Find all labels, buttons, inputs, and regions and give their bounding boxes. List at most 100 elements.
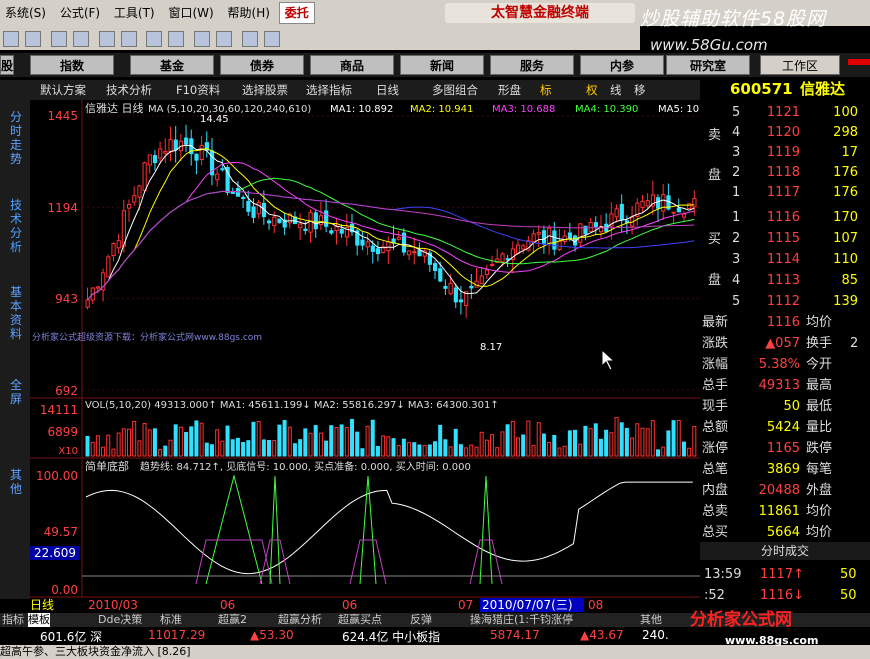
f10-button[interactable]: F10资料: [176, 82, 220, 98]
indicator-tab[interactable]: 指标: [2, 613, 24, 627]
ind-tick-2: 49.57: [44, 525, 78, 539]
candle-body: [132, 195, 137, 203]
price-tick-1: 1445: [47, 109, 78, 123]
nav-research[interactable]: 研究室: [666, 55, 750, 75]
binoculars-icon[interactable]: [50, 31, 67, 47]
volume-bar: [189, 426, 194, 457]
candle-body: [241, 196, 246, 200]
vol-header: VOL(5,10,20) 49313.000↑ MA1: 45611.199↓ …: [85, 400, 499, 411]
candle-body: [116, 240, 121, 249]
side-tab-other[interactable]: 其他: [6, 468, 26, 496]
indicator-tab[interactable]: 其他: [640, 613, 662, 627]
doc-icon[interactable]: [194, 31, 211, 47]
side-tabs: 分时走势 技术分析 基本资料 全屏 其他: [0, 80, 31, 599]
volume-bar: [334, 426, 339, 457]
move-button[interactable]: 移: [634, 82, 646, 98]
vol-tick-3: X10: [58, 446, 78, 457]
nav-news[interactable]: 新闻: [400, 55, 484, 75]
volume-bar: [350, 418, 355, 457]
pattern-button[interactable]: 形盘: [498, 82, 521, 98]
volume-bar: [515, 437, 520, 457]
menu-tools[interactable]: 工具(T): [109, 0, 160, 26]
candle-body: [158, 148, 163, 159]
indicator-tab[interactable]: 超赢买点: [338, 613, 382, 627]
candle-body: [412, 251, 417, 254]
volume-bar: [225, 425, 230, 457]
line-button[interactable]: 线: [610, 82, 622, 98]
indicator-tab[interactable]: 模板: [28, 613, 50, 627]
grid-icon[interactable]: [25, 31, 41, 47]
indicator-tab[interactable]: 超赢2: [218, 613, 247, 627]
candle-body: [246, 200, 251, 212]
entrust-button[interactable]: 委托: [278, 2, 315, 24]
menu-window[interactable]: 窗口(W): [163, 0, 218, 26]
tech-analysis-button[interactable]: 技术分析: [106, 82, 152, 98]
volume-bar: [318, 432, 323, 457]
stat-label-2: 换手: [806, 336, 833, 351]
volume-bar: [552, 435, 557, 457]
candle-body: [334, 226, 339, 232]
rights-button[interactable]: 权: [586, 82, 598, 98]
volume-bar: [598, 438, 603, 457]
sell-label-2: 盘: [708, 168, 722, 183]
help-icon[interactable]: [264, 31, 281, 47]
stat-value: ▲057: [765, 336, 800, 351]
volume-bar: [567, 430, 572, 457]
side-tab-fullscreen[interactable]: 全屏: [6, 378, 26, 406]
bars-icon[interactable]: [98, 31, 115, 47]
indicator-tab[interactable]: 标准: [160, 613, 182, 627]
multi-chart-button[interactable]: 多图组合: [432, 82, 478, 98]
scheme-button[interactable]: 默认方案: [40, 82, 86, 98]
side-tab-technical[interactable]: 技术分析: [6, 198, 26, 254]
chart-icon[interactable]: [72, 31, 89, 47]
low-label: 8.17: [480, 342, 502, 353]
menu-formula[interactable]: 公式(F): [55, 0, 105, 26]
table-icon[interactable]: [120, 31, 137, 47]
window-icon[interactable]: [216, 31, 233, 47]
kline-chart[interactable]: 信雅达 日线 MA (5,10,20,30,60,120,240,610) MA…: [30, 100, 700, 613]
side-tab-timeshare[interactable]: 分时走势: [6, 110, 26, 166]
nav-insider[interactable]: 内参: [580, 55, 664, 75]
minimize-icon[interactable]: [848, 59, 870, 65]
bid-level: 4: [732, 273, 741, 288]
menu-help[interactable]: 帮助(H): [223, 0, 275, 26]
select-indicator-button[interactable]: 选择指标: [306, 82, 352, 98]
mark-button[interactable]: 标: [540, 82, 552, 98]
nav-stock[interactable]: 股: [0, 55, 14, 75]
candle-body: [386, 241, 391, 252]
nav-service[interactable]: 服务: [490, 55, 574, 75]
indicator-tab[interactable]: Dde决策: [98, 613, 142, 627]
side-tab-fundamental[interactable]: 基本资料: [6, 285, 26, 341]
select-stock-button[interactable]: 选择股票: [242, 82, 288, 98]
stat-label-2: 量比: [806, 420, 833, 435]
nav-commodity[interactable]: 商品: [310, 55, 394, 75]
nav-fund[interactable]: 基金: [130, 55, 214, 75]
indicator-tab[interactable]: 超赢分析: [278, 613, 322, 627]
nav-workarea[interactable]: 工作区: [760, 55, 840, 75]
news-ticker[interactable]: 超高午参、三大板块资金净流入 [8.26]: [0, 645, 870, 659]
indicator-tab[interactable]: 反弹: [410, 613, 432, 627]
diamond-icon[interactable]: [146, 31, 163, 47]
candle-body: [235, 187, 241, 197]
volume-bar: [562, 445, 567, 457]
volume-bar: [355, 431, 360, 457]
brand-title: 太智慧金融终端: [445, 3, 635, 23]
menu-system[interactable]: 系统(S): [0, 0, 51, 26]
ind-tick-3: 22.609: [34, 546, 76, 560]
nav-bond[interactable]: 债券: [220, 55, 304, 75]
volume-bar: [438, 424, 443, 457]
stat-label: 涨幅: [702, 357, 729, 372]
navbar: 股 指数 基金 债券 商品 新闻 服务 内参 研究室 工作区: [0, 53, 870, 77]
indicator-tab[interactable]: 操海猎庄(1:千钧涨停: [470, 613, 573, 627]
nav-index[interactable]: 指数: [30, 55, 114, 75]
candle-body: [588, 222, 593, 232]
copy-icon[interactable]: [168, 31, 185, 47]
candle-body: [256, 201, 261, 215]
volume-bar: [375, 446, 380, 457]
flag-icon[interactable]: [3, 31, 19, 47]
volume-bar: [407, 441, 412, 457]
period-button[interactable]: 日线: [376, 82, 399, 98]
volume-bar: [578, 443, 583, 457]
books-icon[interactable]: [242, 31, 259, 47]
ma3-label: MA3: 10.688: [492, 104, 555, 115]
